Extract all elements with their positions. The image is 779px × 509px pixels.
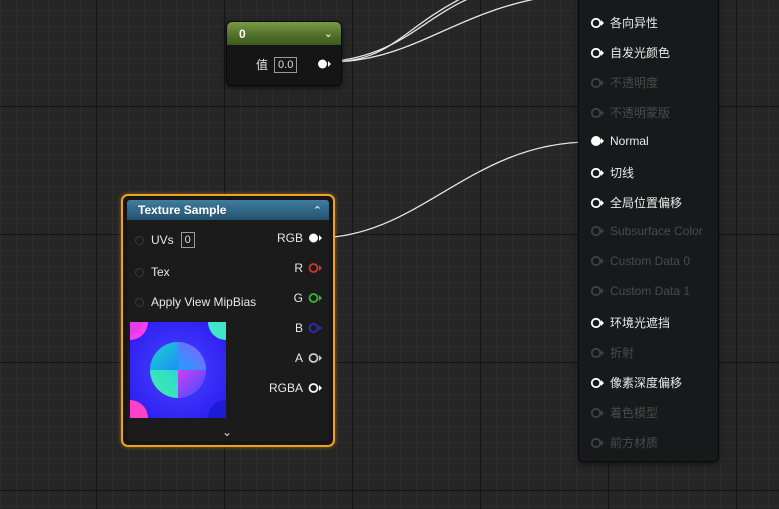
input-pin-icon[interactable] xyxy=(135,297,144,307)
constant-node-title: 0 xyxy=(239,26,246,41)
input-pin-icon xyxy=(590,107,604,118)
input-pin-icon xyxy=(590,437,604,448)
constant-node[interactable]: 0 ⌄ 值 0.0 xyxy=(226,21,342,86)
material-pin-label: Custom Data 0 xyxy=(610,254,691,268)
input-apply-view-mipbias-label: Apply View MipBias xyxy=(151,295,257,309)
input-pin-icon[interactable] xyxy=(590,197,606,209)
input-uvs-label: UVs xyxy=(151,233,174,247)
material-pin-label: Subsurface Color xyxy=(610,224,703,238)
output-pin-icon[interactable] xyxy=(308,322,322,334)
output-g[interactable]: G xyxy=(294,291,322,305)
input-pin-icon[interactable] xyxy=(135,235,144,245)
uvs-value-field[interactable]: 0 xyxy=(180,232,195,248)
material-pin-ambient-occlusion[interactable]: 环境光遮挡 xyxy=(590,314,670,331)
wire-rgb-to-normal xyxy=(315,141,591,239)
output-pin-icon[interactable] xyxy=(308,382,322,394)
input-pin-icon[interactable] xyxy=(590,17,606,29)
material-pin-label: 前方材质 xyxy=(610,436,659,450)
material-pin-shading-model: 着色模型 xyxy=(590,404,658,421)
input-pin-icon xyxy=(590,255,604,267)
chevron-down-icon[interactable]: ⌄ xyxy=(222,425,232,439)
input-pin-icon[interactable] xyxy=(590,47,606,59)
material-pin-label: 不透明度 xyxy=(610,76,659,90)
material-pin-label: 自发光颜色 xyxy=(610,46,671,60)
material-pin-label: Custom Data 1 xyxy=(610,284,691,298)
input-pin-icon xyxy=(590,347,604,358)
texture-sample-header[interactable]: Texture Sample ⌃ xyxy=(127,200,329,220)
constant-value-label: 值 xyxy=(256,58,269,72)
material-pin-front-material: 前方材质 xyxy=(590,434,658,451)
input-pin-icon xyxy=(590,285,604,297)
output-pin-icon[interactable] xyxy=(308,262,322,274)
wire-const-to-top-2 xyxy=(328,0,534,63)
material-pin-label: 切线 xyxy=(610,166,635,180)
input-pin-icon xyxy=(590,225,604,237)
output-g-label: G xyxy=(293,291,303,305)
chevron-up-icon[interactable]: ⌃ xyxy=(313,204,322,217)
material-pin-anisotropy[interactable]: 各向异性 xyxy=(590,14,658,31)
constant-value-field[interactable]: 0.0 xyxy=(274,56,298,73)
material-pin-tangent[interactable]: 切线 xyxy=(590,164,634,181)
output-r-label: R xyxy=(294,261,303,275)
output-rgb-label: RGB xyxy=(276,231,303,245)
material-pin-normal[interactable]: Normal xyxy=(590,134,649,148)
material-pin-opacity-mask: 不透明蒙版 xyxy=(590,104,670,121)
output-r[interactable]: R xyxy=(294,261,322,275)
material-pin-opacity: 不透明度 xyxy=(590,74,658,91)
input-pin-icon[interactable] xyxy=(590,167,606,179)
output-rgba[interactable]: RGBA xyxy=(269,381,322,395)
wire-const-to-top-1 xyxy=(328,0,460,63)
material-pin-refraction: 折射 xyxy=(590,344,634,361)
material-pin-emissive-color[interactable]: 自发光颜色 xyxy=(590,44,670,61)
input-pin-icon xyxy=(590,77,604,88)
material-pin-custom-data-0: Custom Data 0 xyxy=(590,254,690,268)
output-rgb[interactable]: RGB xyxy=(277,231,322,245)
material-pin-pixel-depth-offset[interactable]: 像素深度偏移 xyxy=(590,374,682,391)
material-pin-subsurface-color: Subsurface Color xyxy=(590,224,703,238)
material-pin-world-position-offset[interactable]: 全局位置偏移 xyxy=(590,194,682,211)
material-pin-label: 折射 xyxy=(610,346,635,360)
output-pin-icon[interactable] xyxy=(317,58,331,70)
wire-const-to-top-3 xyxy=(328,0,468,63)
input-pin-icon xyxy=(590,407,604,418)
input-uvs[interactable]: UVs 0 xyxy=(135,232,195,248)
input-tex-label: Tex xyxy=(151,265,170,279)
output-a-label: A xyxy=(294,351,303,365)
material-pin-label: 各向异性 xyxy=(610,16,659,30)
material-pin-label: Normal xyxy=(610,134,649,148)
output-b-label: B xyxy=(294,321,303,335)
output-pin-icon[interactable] xyxy=(308,352,322,364)
output-b[interactable]: B xyxy=(295,321,322,335)
chevron-down-icon[interactable]: ⌄ xyxy=(324,27,333,40)
material-pin-label: 环境光遮挡 xyxy=(610,316,671,330)
input-apply-view-mipbias[interactable]: Apply View MipBias xyxy=(135,295,256,309)
input-pin-icon[interactable] xyxy=(590,377,606,389)
material-pin-label: 着色模型 xyxy=(610,406,659,420)
output-rgba-label: RGBA xyxy=(268,381,303,395)
output-pin-icon[interactable] xyxy=(308,232,322,244)
material-pin-label: 不透明蒙版 xyxy=(610,106,671,120)
output-a[interactable]: A xyxy=(295,351,322,365)
output-pin-icon[interactable] xyxy=(308,292,322,304)
material-pin-label: 全局位置偏移 xyxy=(610,196,683,210)
input-pin-icon[interactable] xyxy=(135,267,144,277)
material-pin-custom-data-1: Custom Data 1 xyxy=(590,284,690,298)
constant-node-header[interactable]: 0 ⌄ xyxy=(227,22,341,45)
texture-preview-image xyxy=(130,322,226,418)
input-pin-icon[interactable] xyxy=(590,135,606,147)
material-pin-label: 像素深度偏移 xyxy=(610,376,683,390)
constant-value-row: 值 0.0 xyxy=(256,56,298,73)
input-tex[interactable]: Tex xyxy=(135,265,170,279)
texture-sample-title: Texture Sample xyxy=(138,203,227,217)
input-pin-icon[interactable] xyxy=(590,317,606,329)
